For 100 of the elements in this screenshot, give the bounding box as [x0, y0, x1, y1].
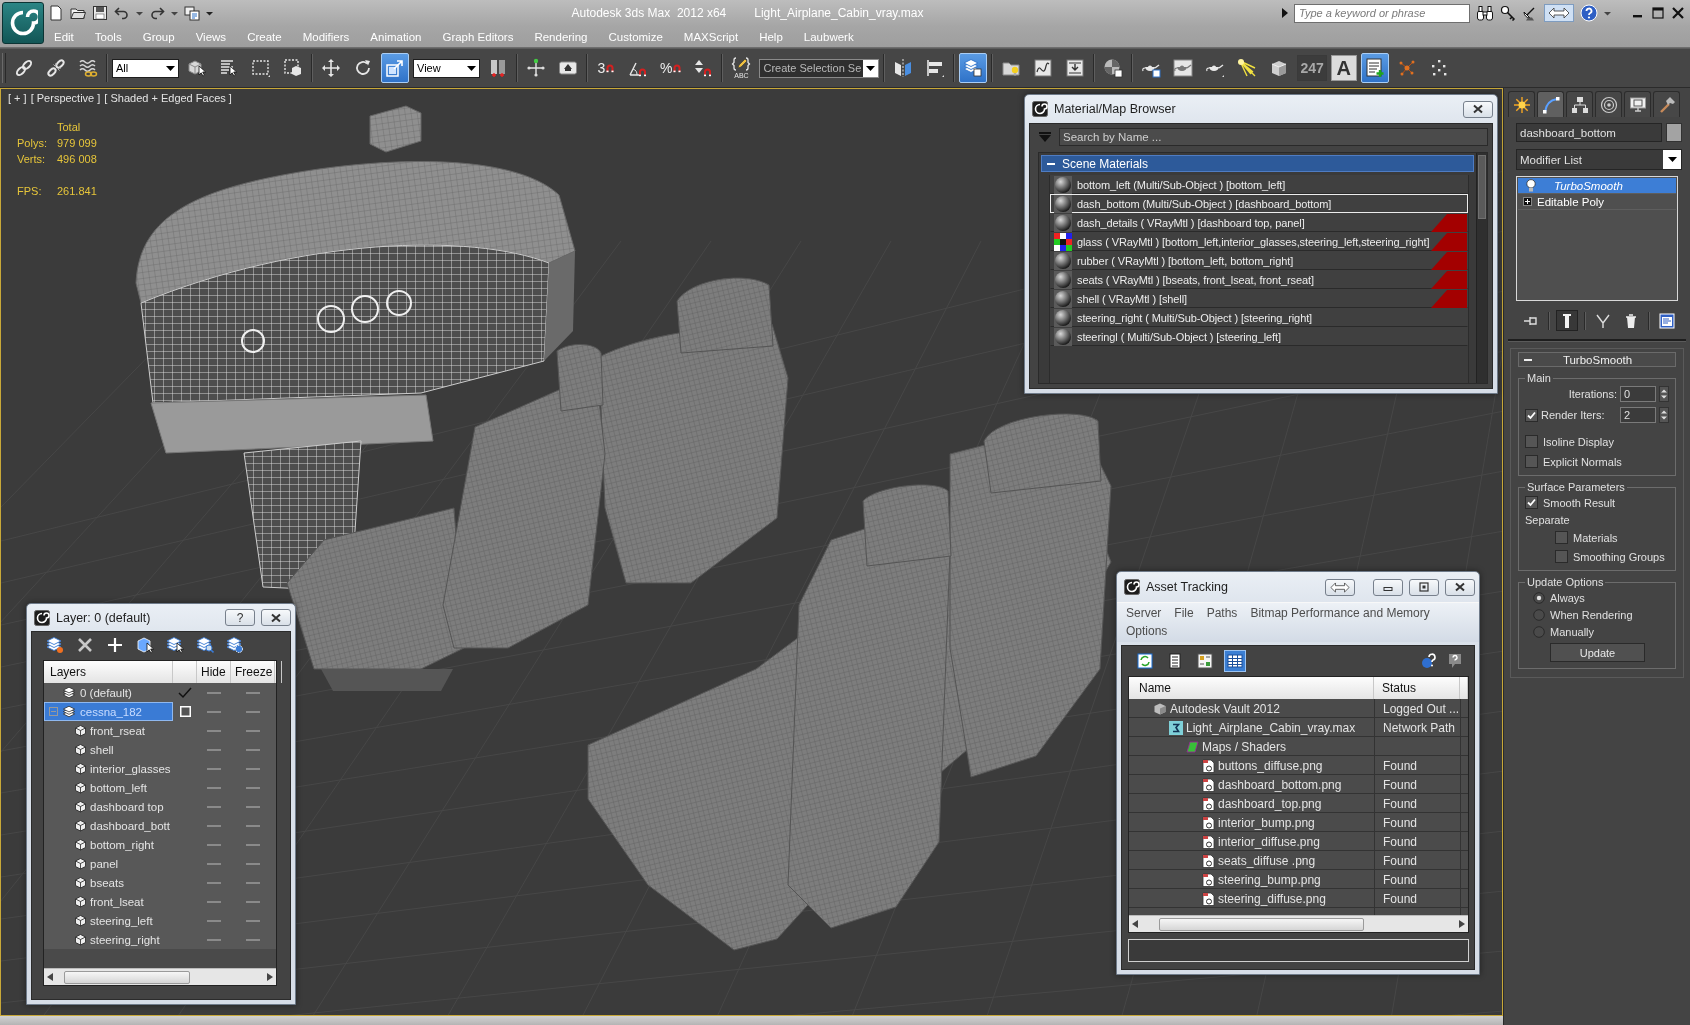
menu-item[interactable]: Paths [1206, 606, 1238, 620]
material-item[interactable]: seats ( VRayMtl ) [bseats, front_lseat, front_rseat] [1050, 270, 1468, 289]
view-button[interactable] [1194, 650, 1216, 672]
layers-cursor-icon[interactable] [166, 636, 184, 654]
scrollbar-thumb[interactable] [1478, 155, 1486, 219]
asset-item[interactable]: buttons_diffuse.png [1129, 756, 1374, 775]
radio-button[interactable] [1533, 591, 1545, 604]
maximize-icon[interactable] [1651, 6, 1665, 21]
undo-icon[interactable] [114, 5, 130, 22]
material-item[interactable]: dash_bottom (Multi/Sub-Object ) [dashboard_bottom] [1050, 194, 1468, 213]
percent-snap-button[interactable]: % [656, 53, 686, 83]
material-item[interactable]: glass ( VRayMtl ) [bottom_left,interior_glasses,steering_left,steering_right] [1050, 232, 1468, 251]
project-folder-icon[interactable] [184, 5, 200, 22]
reference-coordinate-dropdown[interactable]: View [413, 58, 480, 78]
snap-toggle-button[interactable]: 3 [592, 53, 620, 83]
iterations-field[interactable]: 0 [1620, 386, 1656, 402]
checkbox-icon[interactable] [179, 706, 191, 717]
redo-icon[interactable] [149, 5, 165, 22]
viewport-menu-label[interactable]: [ + ] [8, 92, 27, 104]
scroll-right-icon[interactable] [267, 973, 273, 981]
communication-center-button[interactable] [1544, 4, 1574, 23]
menu-item[interactable]: Bitmap Performance and Memory [1250, 606, 1430, 620]
scrollbar-thumb[interactable] [1159, 917, 1364, 931]
spinner-arrows-icon[interactable] [1659, 386, 1669, 402]
checkbox[interactable] [1525, 496, 1538, 509]
help-button[interactable]: ? [225, 609, 255, 626]
update-button[interactable]: Update [1550, 643, 1645, 662]
spinner-arrows-icon[interactable] [1659, 407, 1669, 423]
horizontal-scrollbar[interactable] [44, 968, 276, 985]
command-tab[interactable] [1624, 91, 1651, 117]
command-tab[interactable] [1566, 91, 1593, 117]
asset-item[interactable]: Autodesk Vault 2012 [1129, 699, 1374, 718]
selection-filter-dropdown[interactable]: All [112, 58, 179, 78]
checkbox[interactable] [1525, 435, 1538, 448]
layer-manager-button[interactable] [959, 53, 988, 83]
checkbox[interactable] [1555, 531, 1568, 544]
asset-item[interactable]: interior_diffuse.png [1129, 832, 1374, 851]
group-header[interactable]: Scene Materials [1041, 155, 1474, 172]
save-icon[interactable] [92, 5, 108, 22]
counter-button[interactable]: 247 [1297, 55, 1327, 81]
layers-gear-icon[interactable] [226, 636, 244, 654]
asset-item[interactable]: interior_bump.png [1129, 813, 1374, 832]
rollout-header[interactable]: TurboSmooth [1518, 352, 1676, 367]
scroll-left-icon[interactable] [47, 973, 53, 981]
plus-icon[interactable] [106, 636, 124, 654]
view-button[interactable] [1134, 650, 1156, 672]
close-button[interactable] [261, 609, 291, 626]
radio-button[interactable] [1533, 608, 1545, 621]
material-item[interactable]: dash_details ( VRayMtl ) [dashboard top, panel] [1050, 213, 1468, 232]
asset-item[interactable]: Maps / Shaders [1129, 737, 1374, 756]
checkbox[interactable] [1555, 550, 1568, 563]
text-tool-button[interactable]: A [1330, 55, 1357, 81]
help-globe-icon[interactable] [1420, 652, 1438, 670]
right-arrow-icon[interactable] [1282, 8, 1288, 19]
named-selection-field[interactable]: Create Selection Se [759, 58, 880, 78]
modifier-stack-item[interactable]: Editable Poly [1518, 194, 1676, 210]
close-icon[interactable] [1671, 6, 1685, 21]
layers-magnifier-icon[interactable] [196, 636, 214, 654]
checkmark-icon[interactable] [178, 686, 192, 699]
notepad-button[interactable] [1360, 53, 1389, 83]
maximize-button[interactable] [1409, 578, 1439, 596]
close-button[interactable] [1445, 578, 1475, 596]
modifier-stack-item[interactable]: TurboSmooth [1518, 178, 1676, 194]
material-item[interactable]: rubber ( VRayMtl ) [bottom_left, bottom_right] [1050, 251, 1468, 270]
material-item[interactable]: steering_right ( Multi/Sub-Object ) [steering_right] [1050, 308, 1468, 327]
scale-button[interactable] [381, 53, 409, 83]
checkbox[interactable] [1525, 455, 1538, 468]
search-field[interactable]: Search by Name ... [1059, 127, 1488, 146]
help-icon[interactable] [1446, 652, 1464, 670]
command-tab[interactable] [1537, 91, 1564, 117]
help-icon[interactable] [1580, 4, 1598, 23]
material-item[interactable]: shell ( VRayMtl ) [shell] [1050, 289, 1468, 308]
checkbox[interactable] [1525, 408, 1538, 422]
open-folder-icon[interactable] [70, 5, 86, 22]
dock-button[interactable] [1325, 578, 1355, 596]
color-swatch-icon[interactable] [1666, 123, 1682, 142]
asset-item[interactable]: steering_bump.png [1129, 870, 1374, 889]
menu-item[interactable]: File [1174, 606, 1194, 620]
delete-icon[interactable] [76, 636, 94, 654]
command-tab[interactable] [1508, 91, 1535, 117]
material-item[interactable]: bottom_left (Multi/Sub-Object ) [bottom_left] [1050, 175, 1468, 194]
close-button[interactable] [1463, 100, 1493, 118]
scroll-right-icon[interactable] [1459, 920, 1465, 928]
expand-box-icon[interactable] [1523, 197, 1532, 206]
render-iters-field[interactable]: 2 [1620, 407, 1656, 423]
vertical-scrollbar[interactable] [1476, 153, 1487, 383]
stack-button[interactable] [1656, 310, 1678, 331]
asset-item[interactable]: dashboard_top.png [1129, 794, 1374, 813]
modifier-list-dropdown[interactable]: Modifier List [1516, 149, 1682, 170]
material-item[interactable]: steeringl ( Multi/Sub-Object ) [steering_left] [1050, 327, 1468, 346]
viewport-menu-label[interactable]: [ Perspective ] [30, 92, 101, 104]
command-tab[interactable] [1653, 91, 1680, 117]
radio-button[interactable] [1533, 625, 1545, 638]
stack-button[interactable] [1556, 310, 1578, 331]
layers-dot-icon[interactable] [46, 636, 64, 654]
viewport-menu-label[interactable]: [ Shaded + Edged Faces ] [104, 92, 232, 104]
lightbulb-icon[interactable] [1526, 179, 1536, 192]
command-tab[interactable] [1595, 91, 1622, 117]
asset-item[interactable]: Light_Airplane_Cabin_vray.max [1129, 718, 1374, 737]
key-icon[interactable] [1500, 5, 1516, 22]
